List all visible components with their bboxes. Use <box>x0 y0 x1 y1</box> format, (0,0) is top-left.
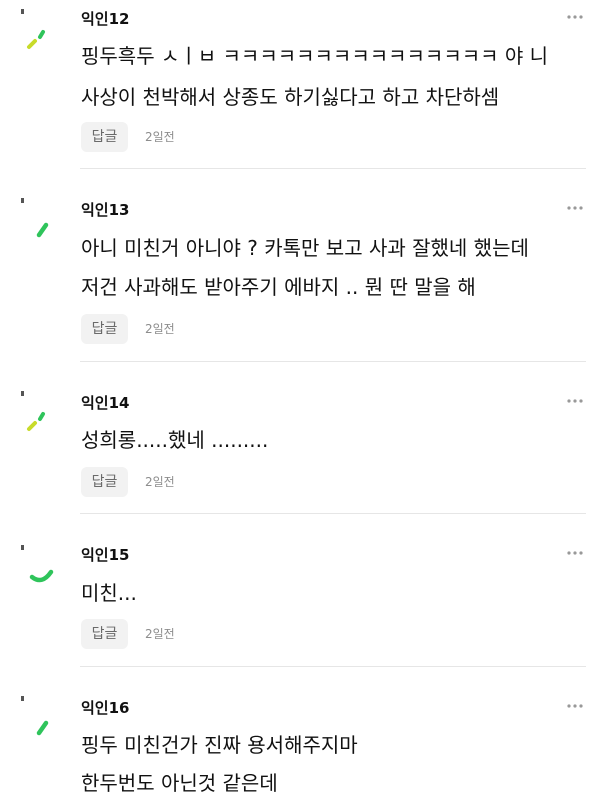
avatar-icon <box>21 696 49 736</box>
avatar-icon <box>21 545 54 583</box>
comment-author: 익인16 <box>81 699 130 717</box>
comment-time: 2일전 <box>145 627 175 641</box>
comment-text: 성희롱.....했네 ......... <box>81 428 269 452</box>
more-options-icon[interactable] <box>566 396 584 406</box>
comment-author: 익인12 <box>81 10 130 28</box>
comment-item: 익인13 아니 미친거 아니야 ? 카톡만 보고 사과 잘했네 했는데 저건 사… <box>0 169 600 361</box>
comment-text: 미친... <box>81 581 137 605</box>
avatar-icon <box>21 198 49 238</box>
comment-author: 익인13 <box>81 201 130 219</box>
comment-author: 익인14 <box>81 394 130 412</box>
avatar[interactable] <box>18 8 58 58</box>
avatar[interactable] <box>18 544 58 594</box>
comment-time: 2일전 <box>145 475 175 489</box>
avatar[interactable] <box>18 390 58 440</box>
avatar-icon <box>21 391 45 431</box>
comment-list: 익인12 핑두흑두 ㅅㅣㅂ ㅋㅋㅋㅋㅋㅋㅋㅋㅋㅋㅋㅋㅋㅋㅋ 야 니 사상이 천박… <box>0 0 600 800</box>
comment-text: 핑두흑두 ㅅㅣㅂ ㅋㅋㅋㅋㅋㅋㅋㅋㅋㅋㅋㅋㅋㅋㅋ 야 니 <box>81 44 549 68</box>
comment-item: 익인14 성희롱.....했네 ......... 답글 2일전 <box>0 362 600 513</box>
comment-item: 익인12 핑두흑두 ㅅㅣㅂ ㅋㅋㅋㅋㅋㅋㅋㅋㅋㅋㅋㅋㅋㅋㅋ 야 니 사상이 천박… <box>0 0 600 168</box>
more-options-icon[interactable] <box>566 12 584 22</box>
comment-item: 익인15 미친... 답글 2일전 <box>0 514 600 666</box>
more-options-icon[interactable] <box>566 203 584 213</box>
reply-button[interactable]: 답글 <box>81 467 128 497</box>
comment-text: 사상이 천박해서 상종도 하기싫다고 하고 차단하셈 <box>81 85 500 109</box>
reply-button[interactable]: 답글 <box>81 314 128 344</box>
more-options-icon[interactable] <box>566 701 584 711</box>
more-options-icon[interactable] <box>566 548 584 558</box>
comment-item: 익인16 핑두 미친건가 진짜 용서해주지마 한두번도 아닌것 같은데 <box>0 667 600 800</box>
avatar[interactable] <box>18 197 58 247</box>
comment-author: 익인15 <box>81 546 130 564</box>
avatar[interactable] <box>18 695 58 745</box>
avatar-icon <box>21 9 45 49</box>
comment-time: 2일전 <box>145 322 175 336</box>
reply-button[interactable]: 답글 <box>81 619 128 649</box>
reply-button[interactable]: 답글 <box>81 122 128 152</box>
comment-text: 저건 사과해도 받아주기 에바지 .. 뭔 딴 말을 해 <box>81 275 476 299</box>
comment-text: 한두번도 아닌것 같은데 <box>81 771 278 795</box>
comment-text: 아니 미친거 아니야 ? 카톡만 보고 사과 잘했네 했는데 <box>81 236 529 260</box>
comment-time: 2일전 <box>145 130 175 144</box>
comment-text: 핑두 미친건가 진짜 용서해주지마 <box>81 733 358 757</box>
